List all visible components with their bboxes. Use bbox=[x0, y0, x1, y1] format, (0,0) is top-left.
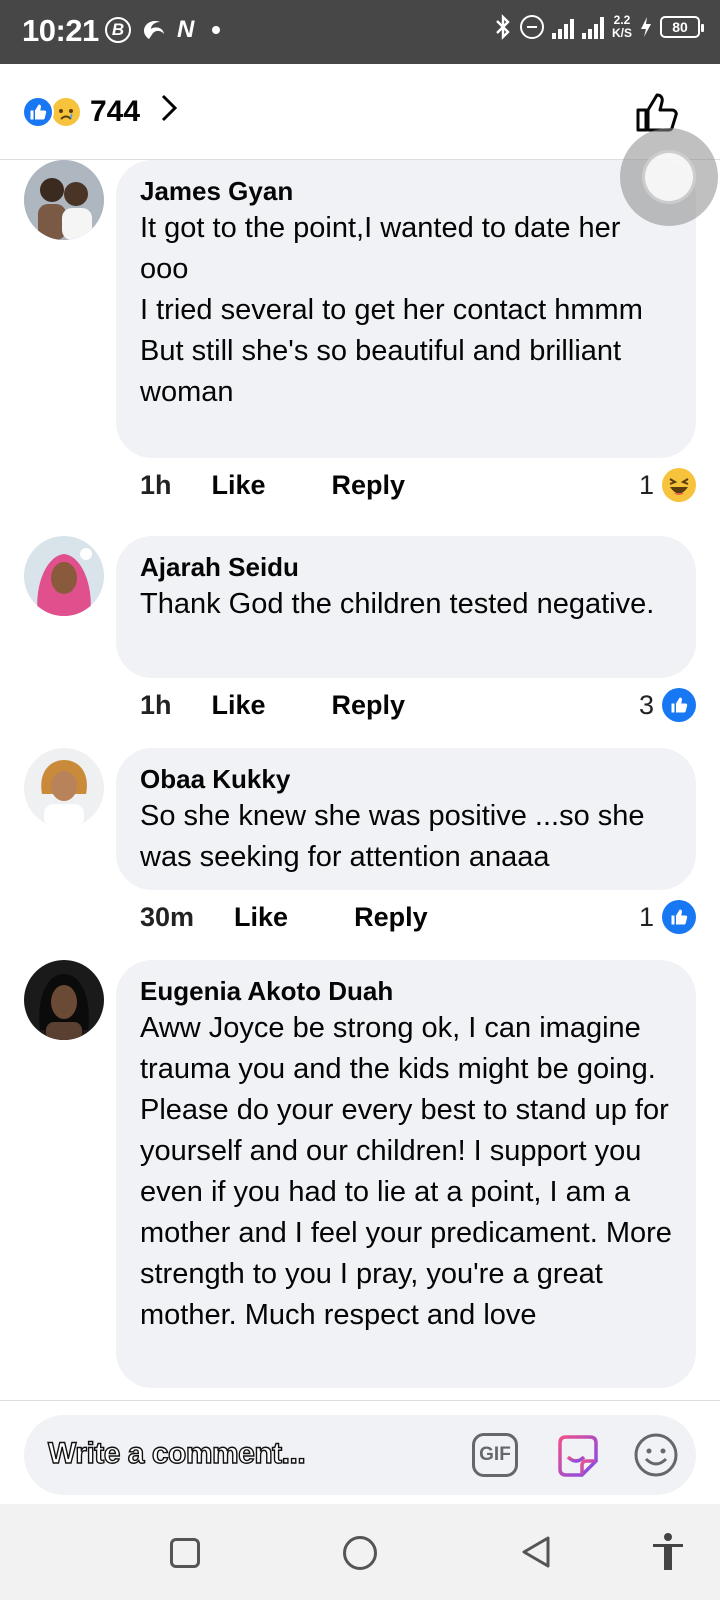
comment-text: Aww Joyce be strong ok, I can imagine tr… bbox=[140, 1012, 672, 1331]
assistive-touch-inner bbox=[642, 150, 696, 204]
like-link[interactable]: Like bbox=[234, 902, 288, 933]
app-screen: 10:21 B N 2.2 K/S 80 744 James Gyan It g… bbox=[0, 0, 720, 1600]
like-link[interactable]: Like bbox=[212, 470, 266, 501]
comment-meta: 30m Like Reply bbox=[140, 902, 428, 933]
comment-author[interactable]: Ajarah Seidu bbox=[140, 550, 672, 584]
charging-icon bbox=[641, 17, 651, 37]
comment-author[interactable]: Eugenia Akoto Duah bbox=[140, 974, 672, 1008]
reactions-summary[interactable]: 744 bbox=[22, 93, 178, 131]
n-app-icon: N bbox=[177, 16, 195, 43]
reactions-header: 744 bbox=[0, 64, 720, 160]
speed-unit: K/S bbox=[611, 26, 632, 40]
comment-bubble[interactable]: Ajarah Seidu Thank God the children test… bbox=[116, 536, 696, 678]
recent-apps-button[interactable] bbox=[170, 1538, 200, 1568]
avatar[interactable] bbox=[24, 536, 104, 616]
comment-composer: Write a comment... GIF bbox=[0, 1400, 720, 1504]
signal-icon bbox=[551, 15, 574, 39]
reply-link[interactable]: Reply bbox=[354, 902, 428, 933]
comment-input[interactable]: Write a comment... bbox=[47, 1436, 306, 1471]
avatar[interactable] bbox=[24, 748, 104, 828]
like-icon bbox=[662, 900, 696, 934]
comment-time: 30m bbox=[140, 902, 195, 932]
comment-reaction-count: 1 bbox=[638, 469, 654, 500]
comment-author[interactable]: James Gyan bbox=[140, 174, 672, 208]
system-navigation-bar bbox=[0, 1504, 720, 1600]
more-notifications-dot bbox=[212, 26, 221, 34]
comment-reactions[interactable]: 3 bbox=[639, 688, 696, 722]
like-link[interactable]: Like bbox=[212, 690, 266, 721]
reaction-count: 744 bbox=[90, 95, 141, 128]
avatar[interactable] bbox=[24, 160, 104, 240]
comment-text: So she knew she was positive ...so she w… bbox=[140, 800, 645, 873]
haha-icon bbox=[662, 468, 696, 502]
comment-meta: 1h Like Reply bbox=[140, 470, 405, 501]
accessibility-icon[interactable] bbox=[650, 1532, 686, 1572]
reply-link[interactable]: Reply bbox=[332, 690, 406, 721]
comment-bubble[interactable]: Eugenia Akoto Duah Aww Joyce be strong o… bbox=[116, 960, 696, 1388]
signal-3g-icon bbox=[581, 15, 604, 39]
comment-reaction-count: 1 bbox=[638, 901, 654, 932]
comment-bubble[interactable]: Obaa Kukky So she knew she was positive … bbox=[116, 748, 696, 890]
system-icons: 2.2 K/S 80 bbox=[494, 14, 704, 40]
comment-text: Thank God the children tested negative. bbox=[140, 588, 655, 620]
comment-time: 1h bbox=[140, 690, 172, 720]
chevron-right-icon bbox=[160, 93, 178, 131]
comment-reaction-count: 3 bbox=[638, 689, 654, 720]
like-icon bbox=[662, 688, 696, 722]
network-speed: 2.2 K/S bbox=[612, 14, 632, 40]
like-icon bbox=[22, 96, 54, 128]
swirl-app-icon bbox=[144, 21, 164, 39]
gif-button[interactable]: GIF bbox=[472, 1433, 518, 1477]
comment-input-box[interactable]: Write a comment... GIF bbox=[24, 1415, 696, 1495]
status-time: 10:21 bbox=[22, 13, 99, 48]
b-app-icon: B bbox=[105, 17, 131, 43]
sticker-icon[interactable] bbox=[552, 1431, 602, 1481]
comment-reactions[interactable]: 1 bbox=[639, 468, 696, 502]
emoji-icon[interactable] bbox=[632, 1431, 680, 1479]
avatar[interactable] bbox=[24, 960, 104, 1040]
comment-meta: 1h Like Reply bbox=[140, 690, 405, 721]
comment-author[interactable]: Obaa Kukky bbox=[140, 762, 672, 796]
back-button[interactable] bbox=[518, 1534, 554, 1570]
bluetooth-icon bbox=[496, 14, 510, 40]
assistive-touch-button[interactable] bbox=[620, 128, 718, 226]
comment-reactions[interactable]: 1 bbox=[639, 900, 696, 934]
reply-link[interactable]: Reply bbox=[332, 470, 406, 501]
comment-text: It got to the point,I wanted to date her… bbox=[140, 212, 643, 408]
comment-time: 1h bbox=[140, 470, 172, 500]
dnd-icon bbox=[519, 15, 544, 39]
battery-icon: 80 bbox=[660, 16, 704, 38]
sad-icon bbox=[50, 96, 82, 128]
status-bar: 10:21 B N 2.2 K/S 80 bbox=[0, 0, 720, 64]
notification-icons: B N bbox=[105, 16, 221, 44]
home-button[interactable] bbox=[343, 1536, 377, 1570]
comment-bubble[interactable]: James Gyan It got to the point,I wanted … bbox=[116, 160, 696, 458]
